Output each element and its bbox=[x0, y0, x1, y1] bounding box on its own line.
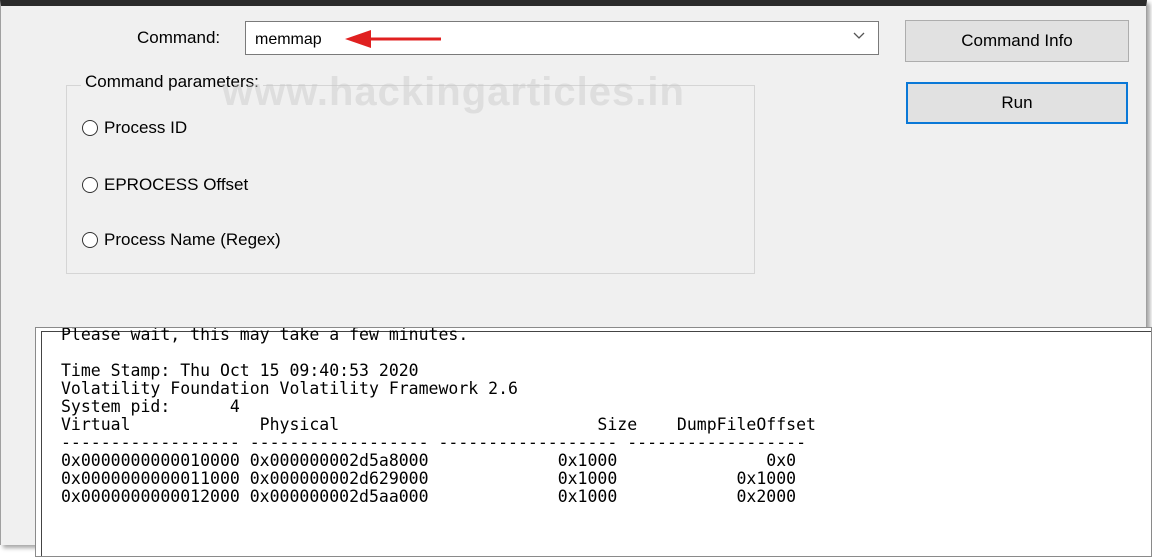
output-line: 0x0000000000011000 0x000000002d629000 0x… bbox=[61, 469, 797, 488]
radio-process-id[interactable]: Process ID bbox=[82, 116, 187, 140]
output-line: Time Stamp: Thu Oct 15 09:40:53 2020 bbox=[61, 361, 419, 380]
radio-button[interactable] bbox=[82, 232, 98, 248]
radio-button[interactable] bbox=[82, 177, 98, 193]
output-textbox[interactable]: Please wait, this may take a few minutes… bbox=[35, 327, 1152, 557]
radio-eprocess-offset[interactable]: EPROCESS Offset bbox=[82, 173, 248, 197]
run-button[interactable]: Run bbox=[906, 82, 1128, 124]
radio-label: EPROCESS Offset bbox=[104, 175, 249, 194]
radio-label: Process ID bbox=[104, 118, 188, 137]
output-line: Virtual Physical Size DumpFileOffset bbox=[61, 415, 816, 434]
watermark: www.hackingarticles.in bbox=[222, 70, 685, 114]
radio-label: Process Name (Regex) bbox=[104, 230, 281, 249]
command-info-button[interactable]: Command Info bbox=[905, 20, 1129, 62]
chevron-down-icon bbox=[853, 32, 865, 39]
command-dropdown[interactable]: memmap bbox=[245, 21, 879, 55]
output-line: Please wait, this may take a few minutes… bbox=[61, 327, 469, 344]
command-value: memmap bbox=[255, 31, 322, 48]
command-label: Command: bbox=[137, 28, 221, 47]
output-line: 0x0000000000010000 0x000000002d5a8000 0x… bbox=[61, 451, 797, 470]
output-line: 0x0000000000012000 0x000000002d5aa000 0x… bbox=[61, 487, 797, 506]
radio-process-name-regex[interactable]: Process Name (Regex) bbox=[82, 228, 281, 252]
output-line: Volatility Foundation Volatility Framewo… bbox=[61, 379, 518, 398]
red-arrow-annotation bbox=[345, 30, 441, 48]
output-line: System pid: 4 bbox=[61, 397, 240, 416]
output-line: ------------------ ------------------ --… bbox=[61, 433, 807, 452]
output-inner-frame: Please wait, this may take a few minutes… bbox=[41, 328, 1151, 556]
radio-button[interactable] bbox=[82, 120, 98, 136]
output-text: Please wait, this may take a few minutes… bbox=[61, 327, 816, 506]
